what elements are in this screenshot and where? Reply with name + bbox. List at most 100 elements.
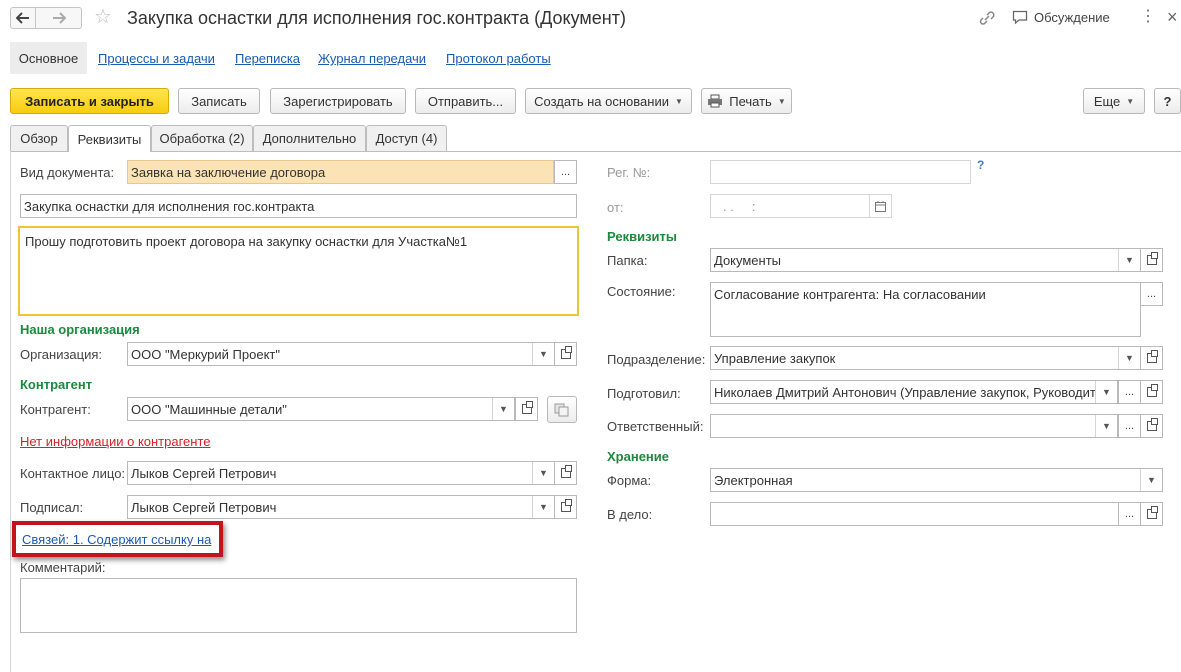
responsible-open-button[interactable] bbox=[1140, 414, 1163, 438]
nav-correspondence-link[interactable]: Переписка bbox=[235, 51, 300, 66]
more-menu-icon[interactable]: ⋮ bbox=[1140, 9, 1156, 25]
ellipsis-icon: ... bbox=[1146, 288, 1157, 300]
open-icon bbox=[1146, 350, 1158, 363]
department-field[interactable]: Управление закупок ▼ bbox=[710, 346, 1141, 370]
forward-button[interactable] bbox=[36, 7, 82, 29]
doc-type-label: Вид документа: bbox=[20, 165, 115, 180]
send-button[interactable]: Отправить... bbox=[415, 88, 516, 114]
prepared-by-dropdown-button[interactable]: ▼ bbox=[1095, 381, 1117, 403]
open-icon bbox=[1146, 418, 1158, 431]
tab-access[interactable]: Доступ (4) bbox=[366, 125, 447, 151]
reg-number-input[interactable] bbox=[710, 160, 971, 184]
nav-work-log-link[interactable]: Протокол работы bbox=[446, 51, 551, 66]
folder-dropdown-button[interactable]: ▼ bbox=[1118, 249, 1140, 271]
date-calendar-button[interactable] bbox=[869, 194, 892, 218]
chevron-down-icon: ▼ bbox=[1147, 475, 1156, 485]
contractor-field[interactable]: ООО "Машинные детали" ▼ bbox=[127, 397, 515, 421]
chevron-down-icon: ▼ bbox=[1126, 96, 1135, 106]
title-input-value: Закупка оснастки для исполнения гос.конт… bbox=[24, 198, 315, 214]
help-button[interactable]: ? bbox=[1154, 88, 1181, 114]
prepared-by-open-button[interactable] bbox=[1140, 380, 1163, 404]
links-count-link[interactable]: Связей: 1. Содержит ссылку на bbox=[22, 532, 211, 547]
chevron-down-icon: ▼ bbox=[539, 349, 548, 359]
form-dropdown-button[interactable]: ▼ bbox=[1140, 469, 1162, 491]
back-button[interactable] bbox=[10, 7, 36, 29]
chat-icon bbox=[1012, 10, 1028, 25]
print-button[interactable]: Печать ▼ bbox=[701, 88, 792, 114]
open-icon bbox=[1146, 384, 1158, 397]
create-based-label: Создать на основании bbox=[534, 93, 669, 109]
signed-open-button[interactable] bbox=[554, 495, 577, 519]
close-icon[interactable]: × bbox=[1167, 8, 1178, 26]
more-button[interactable]: Еще ▼ bbox=[1083, 88, 1145, 114]
prepared-by-select-button[interactable]: ... bbox=[1118, 380, 1141, 404]
tab-requisites[interactable]: Реквизиты bbox=[68, 125, 151, 152]
contact-person-open-button[interactable] bbox=[554, 461, 577, 485]
folder-open-button[interactable] bbox=[1140, 248, 1163, 272]
responsible-select-button[interactable]: ... bbox=[1118, 414, 1141, 438]
date-value: . . : bbox=[723, 198, 756, 214]
save-button[interactable]: Записать bbox=[178, 88, 260, 114]
contractor-value: ООО "Машинные детали" bbox=[131, 401, 287, 417]
register-button[interactable]: Зарегистрировать bbox=[270, 88, 406, 114]
send-label: Отправить... bbox=[427, 93, 504, 109]
chevron-down-icon: ▼ bbox=[777, 96, 786, 106]
open-icon bbox=[1146, 506, 1158, 519]
case-open-button[interactable] bbox=[1140, 502, 1163, 526]
comment-textarea[interactable] bbox=[20, 578, 577, 633]
discussion-button[interactable]: Обсуждение bbox=[1012, 10, 1110, 25]
signed-dropdown-button[interactable]: ▼ bbox=[532, 496, 554, 518]
signed-field[interactable]: Лыков Сергей Петрович ▼ bbox=[127, 495, 555, 519]
tab-additional[interactable]: Дополнительно bbox=[253, 125, 366, 151]
case-field[interactable] bbox=[710, 502, 1119, 526]
link-icon[interactable] bbox=[978, 10, 996, 29]
storage-section-title: Хранение bbox=[607, 449, 669, 464]
form-value: Электронная bbox=[714, 472, 793, 488]
nav-transfer-log-link[interactable]: Журнал передачи bbox=[318, 51, 426, 66]
no-contractor-info-link[interactable]: Нет информации о контрагенте bbox=[20, 434, 211, 449]
state-field[interactable]: Согласование контрагента: На согласовани… bbox=[710, 282, 1141, 337]
chevron-down-icon: ▼ bbox=[539, 468, 548, 478]
folder-field[interactable]: Документы ▼ bbox=[710, 248, 1141, 272]
org-dropdown-button[interactable]: ▼ bbox=[532, 343, 554, 365]
tab-additional-label: Дополнительно bbox=[262, 131, 357, 146]
contact-person-field[interactable]: Лыков Сергей Петрович ▼ bbox=[127, 461, 555, 485]
prepared-by-field[interactable]: Николаев Дмитрий Антонович (Управление з… bbox=[710, 380, 1118, 404]
case-select-button[interactable]: ... bbox=[1118, 502, 1141, 526]
title-input[interactable]: Закупка оснастки для исполнения гос.конт… bbox=[20, 194, 577, 218]
contact-person-dropdown-button[interactable]: ▼ bbox=[532, 462, 554, 484]
nav-processes-link[interactable]: Процессы и задачи bbox=[98, 51, 215, 66]
date-input[interactable]: . . : bbox=[710, 194, 870, 218]
org-field[interactable]: ООО "Меркурий Проект" ▼ bbox=[127, 342, 555, 366]
contractor-details-button[interactable] bbox=[547, 396, 577, 423]
favorite-star-icon[interactable]: ☆ bbox=[94, 6, 112, 28]
save-close-button[interactable]: Записать и закрыть bbox=[10, 88, 169, 114]
contractor-open-button[interactable] bbox=[515, 397, 538, 421]
department-value: Управление закупок bbox=[714, 350, 836, 366]
nav-main-tab[interactable]: Основное bbox=[10, 42, 87, 74]
contact-person-value: Лыков Сергей Петрович bbox=[131, 465, 277, 481]
help-label: ? bbox=[1163, 93, 1172, 109]
create-based-button[interactable]: Создать на основании ▼ bbox=[525, 88, 692, 114]
tab-overview[interactable]: Обзор bbox=[10, 125, 68, 151]
org-open-button[interactable] bbox=[554, 342, 577, 366]
responsible-dropdown-button[interactable]: ▼ bbox=[1095, 415, 1117, 437]
responsible-field[interactable]: ▼ bbox=[710, 414, 1118, 438]
open-icon bbox=[521, 401, 533, 414]
contractor-dropdown-button[interactable]: ▼ bbox=[492, 398, 514, 420]
chevron-down-icon: ▼ bbox=[1102, 387, 1111, 397]
doc-type-field[interactable]: Заявка на заключение договора bbox=[127, 160, 554, 184]
form-label: Форма: bbox=[607, 473, 652, 488]
tab-processing[interactable]: Обработка (2) bbox=[151, 125, 253, 151]
content-left-border bbox=[10, 151, 11, 672]
department-dropdown-button[interactable]: ▼ bbox=[1118, 347, 1140, 369]
state-select-button[interactable]: ... bbox=[1140, 282, 1163, 306]
comment-label: Комментарий: bbox=[20, 560, 106, 575]
doc-type-select-button[interactable]: ... bbox=[554, 160, 577, 184]
discussion-label: Обсуждение bbox=[1034, 10, 1110, 25]
form-select[interactable]: Электронная ▼ bbox=[710, 468, 1163, 492]
copy-icon bbox=[554, 403, 569, 416]
reg-number-help-icon[interactable]: ? bbox=[977, 158, 984, 172]
department-open-button[interactable] bbox=[1140, 346, 1163, 370]
content-textarea[interactable]: Прошу подготовить проект договора на зак… bbox=[18, 226, 579, 316]
